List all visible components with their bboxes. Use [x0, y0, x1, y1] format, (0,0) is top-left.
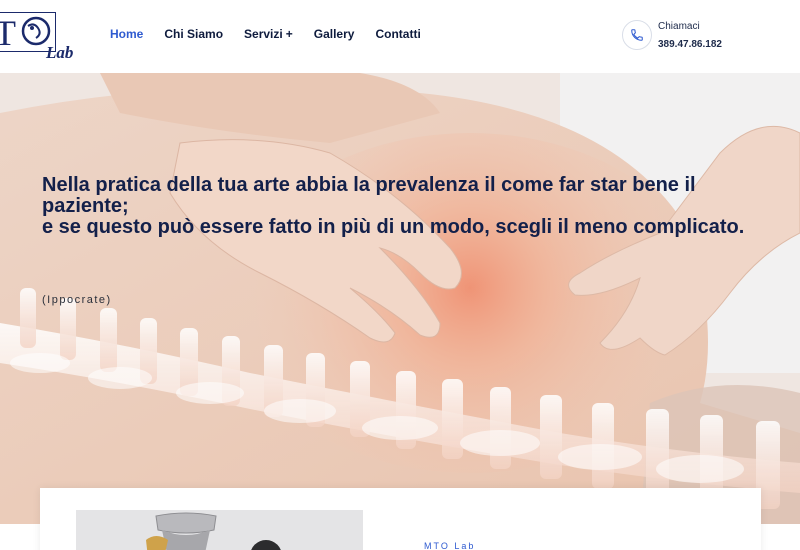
nav-item-servizi-label: Servizi: [244, 27, 283, 41]
intro-card: MTO Lab: [40, 488, 761, 550]
submenu-plus-icon: +: [285, 27, 293, 41]
nav-item-chi-siamo[interactable]: Chi Siamo: [164, 27, 223, 41]
hero-quote-author: (Ippocrate): [42, 294, 112, 306]
phone-icon[interactable]: [622, 20, 652, 50]
site-header: T Lab Home Chi Siamo Servizi + Gallery Co…: [0, 0, 800, 73]
hero-banner: Nella pratica della tua arte abbia la pr…: [0, 73, 800, 524]
call-block[interactable]: Chiamaci 389.47.86.182: [620, 18, 790, 58]
call-label: Chiamaci: [658, 21, 700, 32]
svg-text:T: T: [0, 13, 16, 52]
nav-item-gallery[interactable]: Gallery: [314, 27, 355, 41]
call-number[interactable]: 389.47.86.182: [658, 39, 722, 50]
card-image: [76, 510, 363, 550]
hero-background-image: [0, 73, 800, 524]
hero-quote-line-2: e se questo può essere fatto in più di u…: [42, 216, 745, 238]
hero-quote: Nella pratica della tua arte abbia la pr…: [42, 175, 762, 238]
logo-sub-text: Lab: [46, 43, 74, 62]
nav-item-home[interactable]: Home: [110, 27, 143, 41]
logo[interactable]: T Lab: [0, 12, 80, 62]
nav-item-contatti[interactable]: Contatti: [375, 27, 420, 41]
trophy-image: [76, 510, 363, 550]
main-nav: Home Chi Siamo Servizi + Gallery Contatti: [110, 27, 442, 41]
nav-item-servizi[interactable]: Servizi +: [244, 27, 293, 41]
hero-quote-line-1: Nella pratica della tua arte abbia la pr…: [42, 174, 696, 217]
card-label: MTO Lab: [424, 541, 476, 550]
